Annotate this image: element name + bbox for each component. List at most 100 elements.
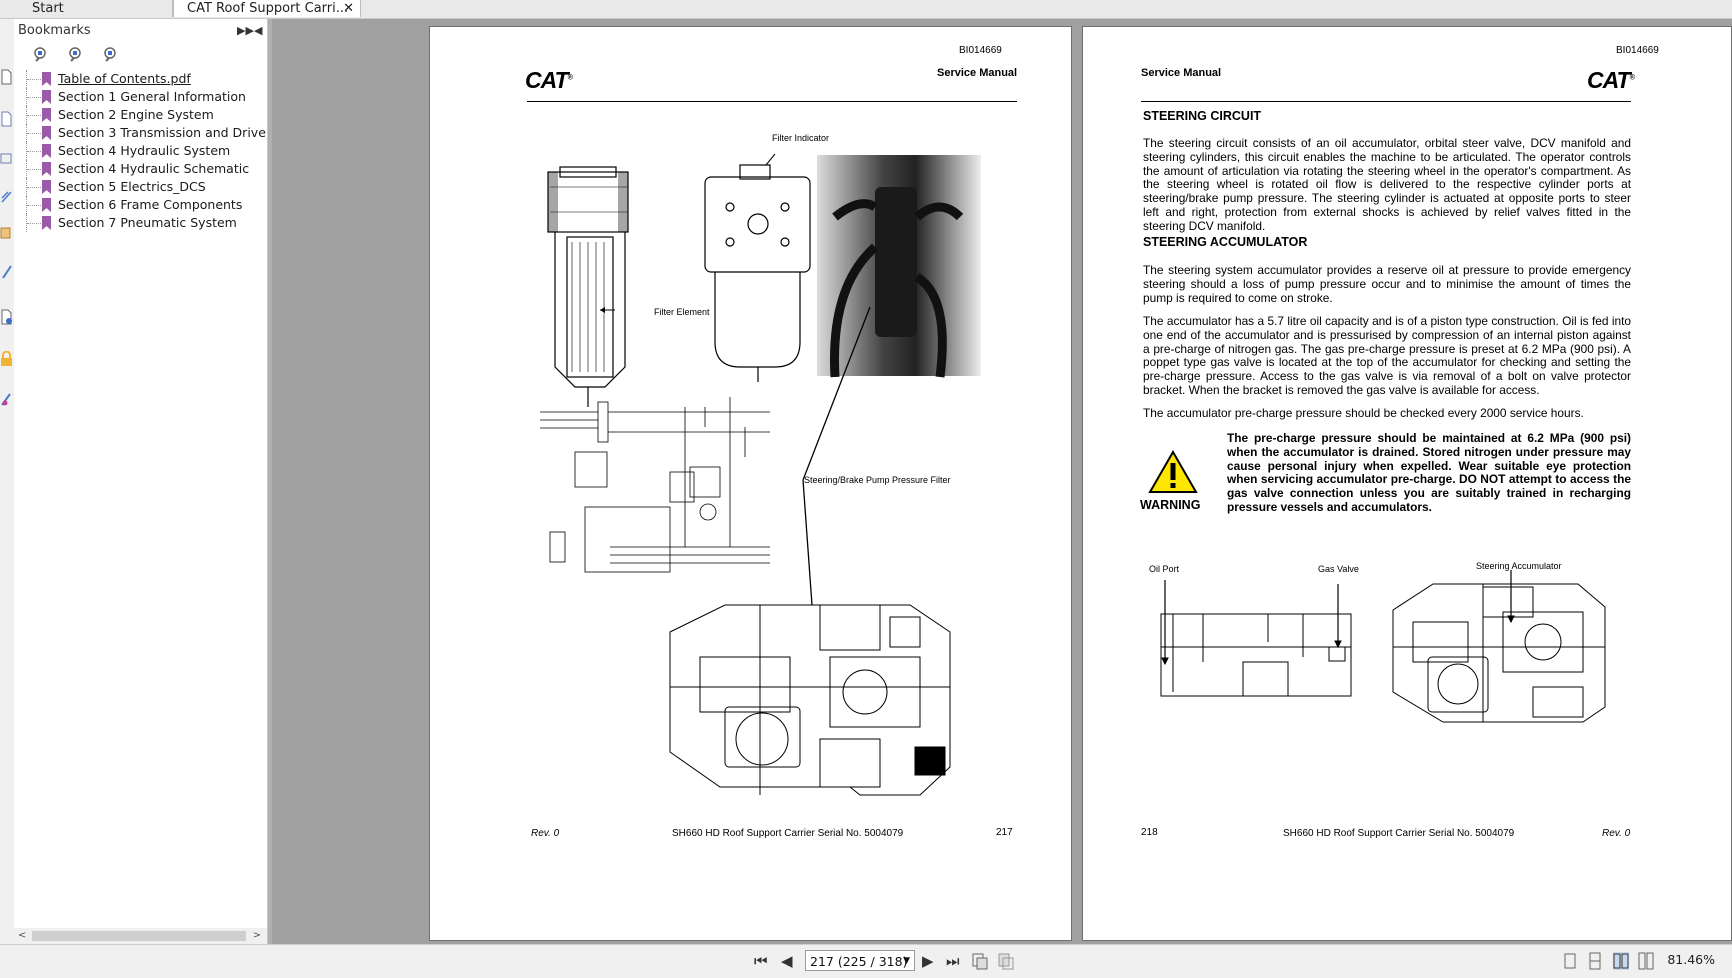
first-page-icon[interactable]: ⏮ (754, 951, 768, 971)
attachments-icon[interactable] (0, 224, 13, 240)
zoom-level[interactable]: 81.46% (1667, 952, 1715, 967)
layers-icon[interactable] (0, 151, 13, 167)
cat-logo: CAT® (1587, 67, 1635, 93)
tab-start-label: Start (32, 1, 64, 16)
bookmark-icon (42, 108, 51, 122)
doc-id: BI014669 (1616, 45, 1659, 56)
footer-rev: Rev. 0 (1602, 828, 1631, 839)
collapse-panel-icon[interactable]: ◀ (254, 19, 262, 43)
cat-logo-text: CAT (525, 67, 569, 93)
page-number: 218 (1141, 827, 1158, 838)
warning-label: WARNING (1140, 498, 1201, 512)
bookmark-item[interactable]: Section 1 General Information (24, 88, 300, 106)
expand-panel-icon[interactable]: ▶▶ (237, 19, 254, 43)
lock-icon[interactable] (0, 351, 13, 367)
tab-start[interactable]: Start (18, 0, 173, 17)
tab-document[interactable]: CAT Roof Support Carri... ✕ (173, 0, 361, 17)
chevron-down-icon[interactable]: ▼ (903, 951, 910, 972)
footer-title: SH660 HD Roof Support Carrier Serial No.… (672, 828, 904, 839)
paragraph: The steering circuit consists of an oil … (1143, 136, 1631, 233)
heading-steering-circuit: STEERING CIRCUIT (1143, 109, 1262, 123)
document-viewer[interactable]: BI014669 Service Manual CAT® Filter Indi… (272, 19, 1732, 944)
page-number: 217 (996, 827, 1013, 838)
bookmark-label: Section 7 Pneumatic System (58, 215, 237, 230)
doc-id: BI014669 (959, 45, 1002, 56)
bookmark-list: Table of Contents.pdf Section 1 General … (24, 70, 300, 232)
warning-icon (1148, 450, 1198, 493)
scroll-left-icon[interactable]: < (18, 928, 26, 944)
scrollbar-thumb[interactable] (32, 931, 246, 941)
scroll-right-icon[interactable]: > (253, 928, 261, 944)
next-view-icon[interactable] (998, 952, 1014, 970)
facing-pages-icon[interactable] (1613, 952, 1629, 970)
expand-bookmark-icon[interactable] (66, 45, 86, 65)
page-header: Service Manual (937, 67, 1018, 79)
tab-bar: Start CAT Roof Support Carri... ✕ (0, 0, 1732, 19)
bookmark-icon (42, 90, 51, 104)
bookmark-label: Section 4 Hydraulic Schematic (58, 161, 250, 176)
header-rule (527, 101, 1017, 102)
tab-document-label: CAT Roof Support Carri... (187, 1, 349, 16)
add-bookmark-icon[interactable] (31, 45, 51, 65)
paragraph: The accumulator pre-charge pressure shou… (1143, 406, 1584, 420)
bookmark-icon (42, 72, 51, 86)
bookmarks-panel-icon[interactable] (0, 111, 13, 127)
cat-logo-text: CAT (1587, 67, 1631, 93)
bookmark-label: Section 2 Engine System (58, 107, 214, 122)
page-218: BI014669 Service Manual CAT® STEERING CI… (1082, 26, 1732, 941)
last-page-icon[interactable]: ⏭ (946, 951, 960, 971)
bookmark-item[interactable]: Section 7 Pneumatic System (24, 214, 300, 232)
cat-logo: CAT® (525, 67, 573, 93)
bookmark-icon (42, 144, 51, 158)
pen-icon[interactable] (0, 264, 13, 280)
bookmark-label: Table of Contents.pdf (58, 71, 191, 86)
bookmark-icon (42, 162, 51, 176)
bookmark-icon (42, 198, 51, 212)
left-toolbar (0, 19, 15, 944)
bookmark-label: Section 5 Electrics_DCS (58, 179, 206, 194)
delete-bookmark-icon[interactable] (101, 45, 121, 65)
status-bar: ⏮ ◀ 217 (225 / 318) ▼ ▶ ⏭ 81.46% (0, 944, 1732, 978)
previous-page-icon[interactable]: ◀ (781, 951, 793, 971)
bookmark-icon (42, 180, 51, 194)
annotations-icon[interactable] (0, 189, 13, 205)
bookmarks-panel: Bookmarks ▶▶ ◀ Table of Contents.pdf Sec… (14, 19, 300, 944)
footer-title: SH660 HD Roof Support Carrier Serial No.… (1283, 828, 1515, 839)
callout-filter-element: Filter Element (654, 307, 710, 317)
header-rule (1141, 101, 1631, 102)
bookmark-icon (42, 216, 51, 230)
bookmark-item[interactable]: Section 4 Hydraulic Schematic (24, 160, 300, 178)
next-page-icon[interactable]: ▶ (922, 951, 934, 971)
paragraph: The accumulator has a 5.7 litre oil capa… (1143, 314, 1631, 397)
page-number-field[interactable]: 217 (225 / 318) ▼ (805, 950, 915, 971)
bookmark-item[interactable]: Section 5 Electrics_DCS (24, 178, 300, 196)
single-page-icon[interactable] (1562, 952, 1578, 970)
accumulator-figure (1160, 570, 1606, 723)
close-icon[interactable]: ✕ (343, 0, 354, 17)
bookmark-item[interactable]: Section 4 Hydraulic System (24, 142, 300, 160)
previous-view-icon[interactable] (972, 952, 988, 970)
bookmark-item[interactable]: Section 3 Transmission and Drive Train (24, 124, 300, 142)
continuous-facing-icon[interactable] (1638, 952, 1654, 970)
continuous-page-icon[interactable] (1587, 952, 1603, 970)
bookmark-item[interactable]: Section 2 Engine System (24, 106, 300, 124)
callout-filter-indicator: Filter Indicator (772, 133, 830, 143)
callout-oil-port: Oil Port (1149, 564, 1180, 574)
warning-text: The pre-charge pressure should be mainta… (1227, 431, 1631, 514)
tools-icon[interactable] (0, 391, 13, 407)
bookmarks-title: Bookmarks (18, 23, 91, 38)
page-217: BI014669 Service Manual CAT® Filter Indi… (429, 26, 1072, 941)
bookmark-label: Section 6 Frame Components (58, 197, 243, 212)
horizontal-scrollbar[interactable]: < > (14, 928, 267, 944)
bookmark-icon (42, 126, 51, 140)
page-header: Service Manual (1141, 67, 1222, 79)
bookmarks-header: Bookmarks ▶▶ ◀ (14, 19, 267, 43)
paragraph: The steering system accumulator provides… (1143, 263, 1631, 305)
signature-icon[interactable] (0, 309, 13, 325)
callout-pump-filter: Steering/Brake Pump Pressure Filter (804, 475, 951, 485)
page-thumbnails-icon[interactable] (0, 69, 13, 85)
filter-diagram-figure (540, 153, 981, 796)
callout-gas-valve: Gas Valve (1318, 564, 1359, 574)
bookmark-item[interactable]: Section 6 Frame Components (24, 196, 300, 214)
bookmark-item[interactable]: Table of Contents.pdf (24, 70, 300, 88)
